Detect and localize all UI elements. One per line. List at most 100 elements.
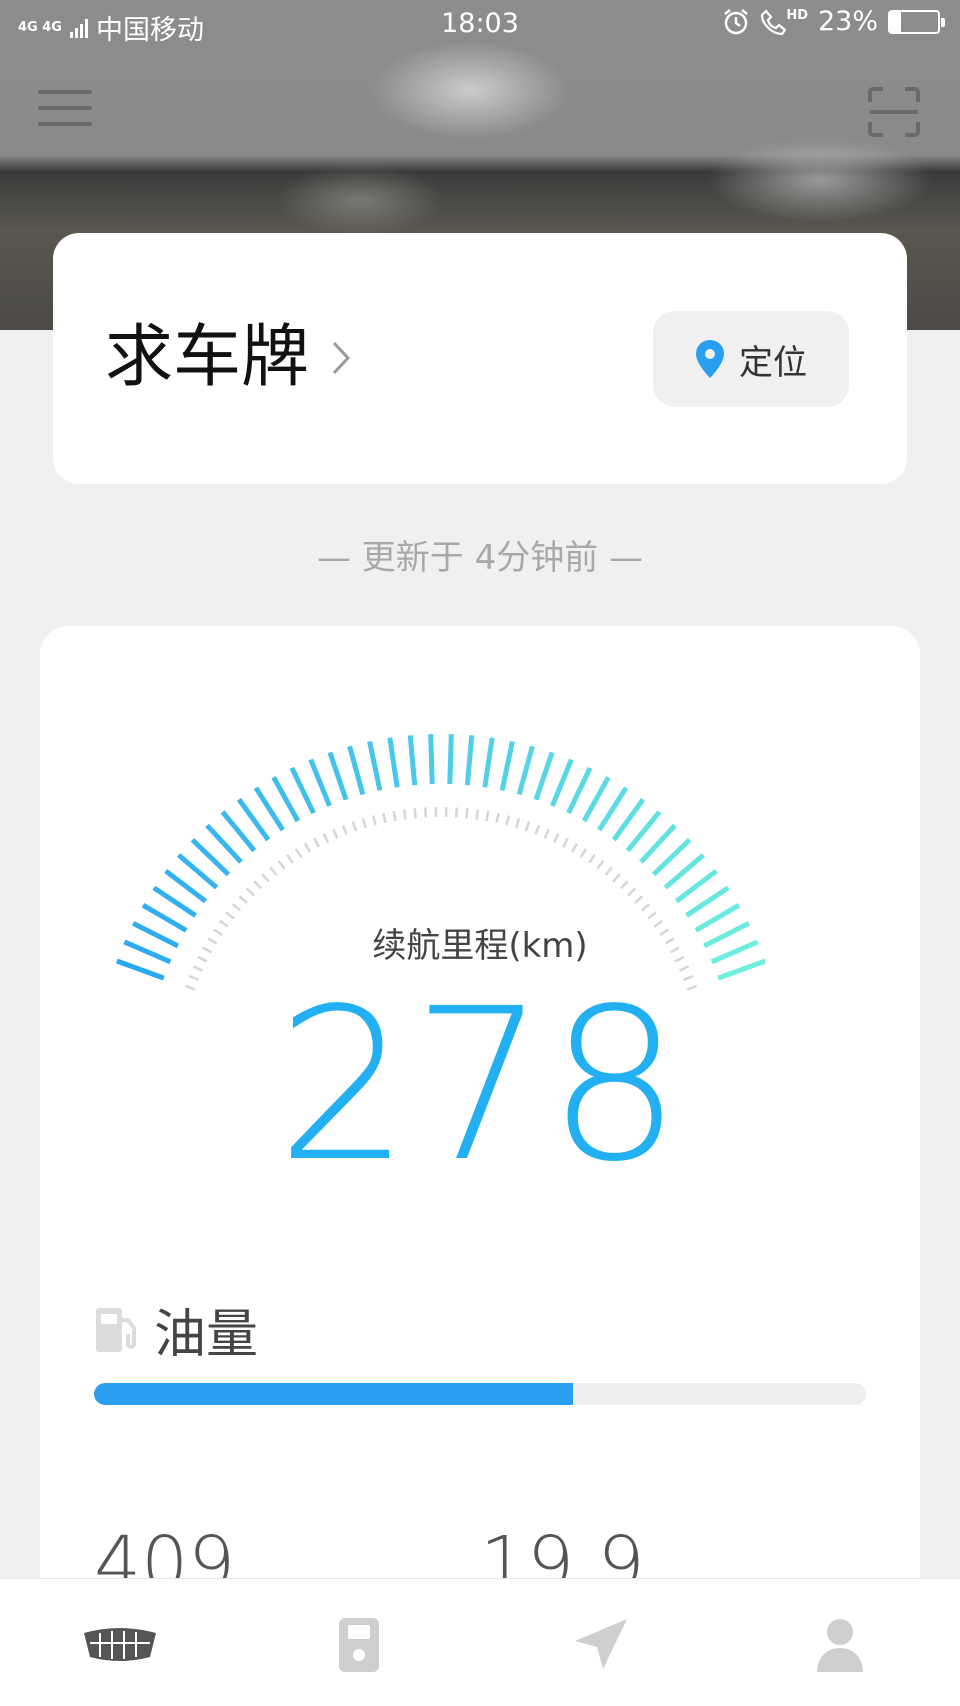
gauge-minor-tick (253, 880, 263, 890)
chevron-right-icon (332, 341, 351, 375)
gauge-minor-tick (612, 873, 621, 883)
battery-icon (888, 9, 945, 34)
phone-icon (761, 8, 787, 35)
gauge-tick (428, 734, 435, 785)
status-bar: 4G 4G 中国移动 18:03 HD 23% (0, 0, 960, 52)
battery-percent: 23% (817, 6, 878, 37)
gauge-tick (550, 758, 574, 807)
gauge-minor-tick (371, 815, 377, 826)
navigation-arrow-icon (575, 1619, 627, 1669)
gauge-tick (447, 734, 454, 785)
gauge-minor-tick (465, 808, 469, 819)
gauge-minor-tick (392, 810, 397, 822)
gauge-minor-tick (619, 880, 629, 890)
gauge-minor-tick (627, 887, 637, 897)
gauge-tick (464, 735, 475, 786)
gauge-minor-tick (269, 866, 278, 876)
fuel-row: 油量 (94, 1292, 258, 1367)
battery-level (890, 11, 902, 32)
gauge-tick (482, 737, 495, 788)
gauge-minor-tick (454, 807, 459, 818)
device-remote-icon (339, 1618, 379, 1672)
tab-device[interactable] (314, 1615, 404, 1675)
gauge-minor-tick (561, 837, 569, 848)
gauge-tick (499, 740, 515, 791)
gauge-tick (597, 786, 629, 832)
range-value: 278 (276, 963, 684, 1208)
tab-vehicle[interactable] (75, 1615, 165, 1675)
gauge-tick (533, 751, 555, 801)
hd-label: HD (786, 7, 808, 23)
gauge-minor-tick (192, 965, 204, 972)
gauge-minor-tick (604, 866, 613, 876)
gauge-minor-tick (640, 903, 651, 912)
fuel-level-bar (94, 1383, 866, 1405)
fuel-level-fill (94, 1383, 573, 1405)
gauge-minor-tick (514, 818, 521, 829)
gauge-minor-tick (245, 887, 255, 897)
gauge-minor-tick (382, 812, 387, 824)
gauge-tick (387, 737, 400, 788)
locate-label: 定位 (739, 342, 807, 383)
update-time: — 更新于 4分钟前 — (316, 538, 644, 578)
gauge-minor-tick (322, 833, 330, 844)
gauge-minor-tick (524, 821, 531, 832)
gauge-minor-tick (294, 848, 303, 859)
gauge-tick (347, 745, 366, 796)
vehicle-card: 求车牌 定位 (53, 233, 907, 484)
gauge-tick (271, 776, 301, 823)
gauge-minor-tick (231, 903, 242, 912)
gauge-minor-tick (475, 809, 480, 820)
gauge-tick (407, 735, 418, 786)
gauge-minor-tick (495, 812, 500, 824)
vehicle-status-card: 续航里程(km) 278 油量 409 19.9 (40, 626, 920, 1626)
menu-line (38, 122, 92, 126)
gauge-tick (581, 776, 611, 823)
gauge-minor-tick (543, 828, 550, 839)
gauge-minor-tick (413, 808, 417, 819)
gauge-minor-tick (238, 895, 248, 904)
gauge-minor-tick (313, 837, 321, 848)
gauge-tick (566, 766, 593, 815)
gauge-minor-tick (552, 833, 560, 844)
menu-button[interactable] (38, 90, 94, 134)
car-grille-icon (84, 1628, 156, 1661)
bottom-tab-bar (0, 1578, 960, 1706)
gauge-minor-tick (303, 842, 312, 853)
gauge-minor-tick (588, 853, 596, 864)
gauge-minor-tick (402, 809, 407, 820)
gauge-minor-tick (485, 810, 490, 822)
gauge-minor-tick (683, 974, 694, 982)
gauge-minor-tick (332, 828, 339, 839)
gauge-tick (327, 751, 349, 801)
gauge-tick (516, 745, 535, 796)
fuel-label: 油量 (154, 1305, 259, 1365)
gauge-minor-tick (188, 974, 199, 982)
plate-prompt: 求车牌 (105, 318, 310, 397)
scan-button[interactable] (866, 86, 922, 138)
gauge-minor-tick (570, 842, 579, 853)
gauge-tick (308, 758, 332, 807)
menu-line (38, 106, 92, 110)
gauge-minor-tick (534, 824, 541, 836)
gauge-minor-tick (596, 860, 605, 870)
gauge-minor-tick (579, 848, 588, 859)
gauge-minor-tick (261, 873, 270, 883)
tab-navigation[interactable] (556, 1615, 646, 1675)
gauge-minor-tick (277, 860, 286, 870)
status-right: HD 23% (722, 6, 945, 37)
range-label: 续航里程(km) (372, 926, 588, 966)
gauge-tick (367, 740, 383, 791)
gauge-tick (253, 786, 285, 832)
user-profile-icon (817, 1619, 863, 1672)
plate-selector[interactable]: 求车牌 (105, 318, 351, 398)
gauge-tick (289, 766, 316, 815)
gauge-minor-tick (351, 821, 358, 832)
gauge-minor-tick (286, 853, 294, 864)
fuel-pump-icon (96, 1307, 136, 1352)
gauge-minor-tick (361, 818, 368, 829)
locate-button[interactable]: 定位 (653, 311, 849, 407)
alarm-icon (724, 8, 749, 34)
hamburger-menu-icon (38, 90, 92, 94)
tab-profile[interactable] (795, 1615, 885, 1675)
